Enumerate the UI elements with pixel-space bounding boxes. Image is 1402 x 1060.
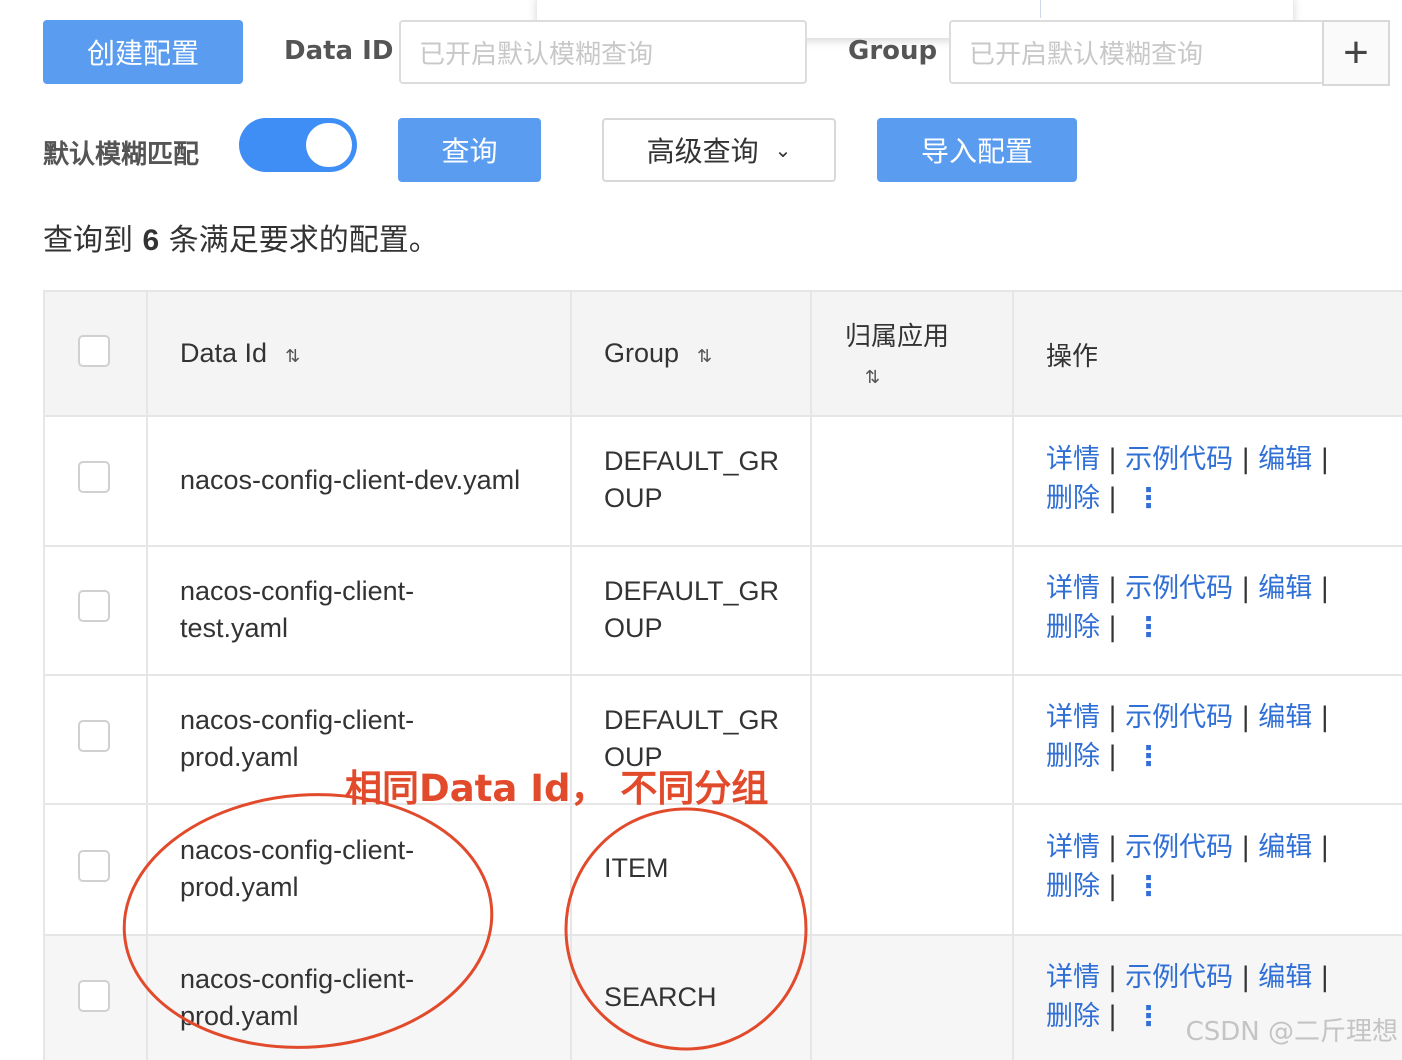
annotation-text: 相同Data Id， 不同分组 xyxy=(345,767,769,810)
annotation-circle-data-id xyxy=(122,793,494,1049)
annotation-overlay xyxy=(122,793,808,1051)
annotation-circle-group xyxy=(564,807,808,1051)
watermark: CSDN @二斤理想 xyxy=(1185,1017,1398,1047)
